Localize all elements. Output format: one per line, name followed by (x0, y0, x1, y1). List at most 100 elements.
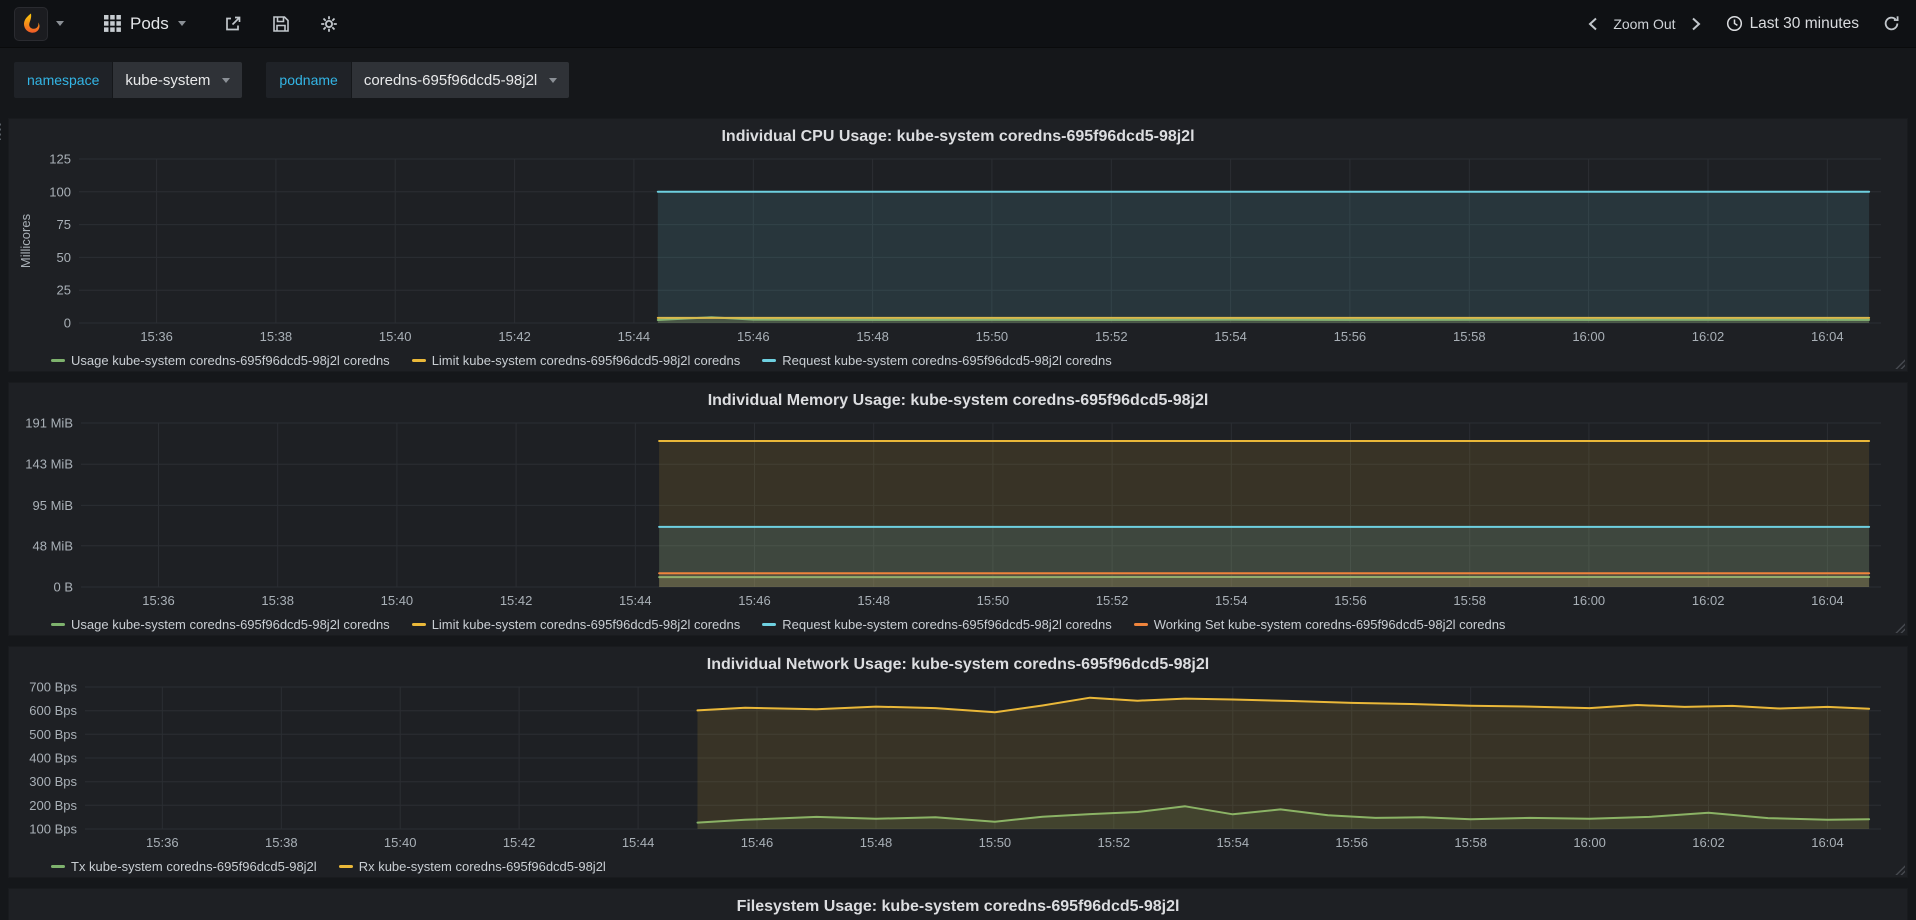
svg-text:15:54: 15:54 (1214, 329, 1247, 344)
network-usage-chart[interactable]: 100 Bps 200 Bps 300 Bps 400 Bps 500 Bps 600 B… (17, 679, 1901, 855)
variable-podname-value: coredns-695f96dcd5-98j2l (363, 71, 538, 89)
svg-text:16:02: 16:02 (1692, 835, 1725, 850)
svg-text:100 Bps: 100 Bps (29, 822, 77, 837)
svg-text:16:02: 16:02 (1692, 593, 1725, 608)
svg-text:15:48: 15:48 (860, 835, 893, 850)
svg-text:15:58: 15:58 (1453, 593, 1486, 608)
cpu-usage-chart[interactable]: 0 25 50 75 100 125 15:36 15:38 15:40 15:42 15:44 15… (17, 151, 1901, 349)
svg-text:0 B: 0 B (53, 580, 73, 595)
panel-filesystem-usage: Filesystem Usage: kube-system coredns-69… (8, 888, 1908, 920)
legend-series-swatch (338, 864, 353, 868)
refresh-icon (1884, 16, 1899, 31)
time-shift-back-button[interactable] (1585, 15, 1601, 33)
svg-text:15:56: 15:56 (1334, 329, 1367, 344)
svg-text:191 MiB: 191 MiB (25, 416, 73, 431)
svg-text:16:00: 16:00 (1573, 835, 1606, 850)
panel-title[interactable]: Individual CPU Usage: kube-system coredn… (17, 125, 1899, 151)
svg-text:16:02: 16:02 (1692, 329, 1725, 344)
gear-icon (320, 15, 337, 32)
svg-text:0: 0 (64, 316, 71, 331)
panel-cpu-usage: Individual CPU Usage: kube-system coredn… (8, 118, 1908, 372)
legend-item[interactable]: Rx kube-system coredns-695f96dcd5-98j2l (338, 858, 606, 874)
svg-text:200 Bps: 200 Bps (29, 798, 77, 813)
legend-series-swatch (51, 622, 65, 626)
chevron-down-icon (177, 21, 186, 26)
variable-podname-label: podname (266, 62, 351, 98)
legend-item[interactable]: Usage kube-system coredns-695f96dcd5-98j… (51, 353, 390, 368)
variable-podname-dropdown[interactable]: coredns-695f96dcd5-98j2l (351, 62, 570, 98)
legend-item[interactable]: Request kube-system coredns-695f96dcd5-9… (762, 617, 1112, 632)
legend-series-label: Tx kube-system coredns-695f96dcd5-98j2l (71, 858, 317, 874)
navbar: Pods Zoom Out Last 30 minutes (0, 0, 1916, 48)
legend-series-label: Request kube-system coredns-695f96dcd5-9… (782, 352, 1112, 368)
svg-text:15:54: 15:54 (1217, 835, 1250, 850)
time-shift-forward-button[interactable] (1688, 15, 1704, 33)
time-range-picker[interactable]: Last 30 minutes (1726, 15, 1859, 33)
svg-text:15:46: 15:46 (737, 329, 770, 344)
refresh-button[interactable] (1881, 13, 1902, 34)
svg-text:15:56: 15:56 (1335, 835, 1368, 850)
panel-title[interactable]: Individual Network Usage: kube-system co… (17, 653, 1899, 679)
memory-usage-chart[interactable]: 0 B 48 MiB 95 MiB 143 MiB 191 MiB 15:36 15:38 1… (17, 415, 1901, 613)
dashboard-picker[interactable]: Pods (94, 8, 196, 40)
legend-series-label: Rx kube-system coredns-695f96dcd5-98j2l (358, 858, 606, 874)
variable-namespace-dropdown[interactable]: kube-system (113, 62, 243, 98)
legend-series-swatch (411, 358, 426, 362)
svg-text:16:00: 16:00 (1572, 329, 1605, 344)
svg-text:125: 125 (49, 152, 71, 167)
legend-item[interactable]: Limit kube-system coredns-695f96dcd5-98j… (411, 353, 740, 368)
chevron-left-icon (1588, 17, 1597, 30)
svg-text:Millicores: Millicores (18, 213, 33, 268)
legend-item[interactable]: Usage kube-system coredns-695f96dcd5-98j… (51, 617, 390, 632)
grafana-logo[interactable] (14, 6, 48, 41)
svg-text:15:48: 15:48 (856, 329, 889, 344)
legend-item[interactable]: Request kube-system coredns-695f96dcd5-9… (762, 353, 1112, 368)
panel-title[interactable]: Filesystem Usage: kube-system coredns-69… (17, 895, 1899, 920)
panel-title[interactable]: Individual Memory Usage: kube-system cor… (17, 389, 1899, 415)
legend-series-label: Usage kube-system coredns-695f96dcd5-98j… (71, 352, 390, 368)
legend-series-label: Working Set kube-system coredns-695f96dc… (1153, 616, 1506, 632)
zoom-out-button[interactable]: Zoom Out (1613, 16, 1675, 32)
chevron-right-icon (1691, 17, 1701, 30)
svg-text:16:04: 16:04 (1811, 835, 1844, 850)
svg-text:15:48: 15:48 (857, 593, 890, 608)
svg-text:143 MiB: 143 MiB (25, 457, 73, 472)
legend-item[interactable]: Limit kube-system coredns-695f96dcd5-98j… (411, 617, 740, 632)
svg-text:15:50: 15:50 (979, 835, 1012, 850)
legend-series-swatch (411, 622, 426, 626)
cpu-chart-legend: Usage kube-system coredns-695f96dcd5-98j… (17, 349, 1899, 371)
legend-series-label: Usage kube-system coredns-695f96dcd5-98j… (71, 616, 390, 632)
panel-actions (222, 13, 340, 35)
svg-text:15:40: 15:40 (381, 593, 414, 608)
svg-text:15:50: 15:50 (977, 593, 1010, 608)
svg-text:15:58: 15:58 (1454, 835, 1487, 850)
legend-series-swatch (762, 622, 777, 626)
time-controls: Zoom Out Last 30 minutes (1585, 13, 1902, 34)
share-icon (225, 16, 241, 30)
legend-item[interactable]: Tx kube-system coredns-695f96dcd5-98j2l (51, 859, 317, 874)
svg-text:15:50: 15:50 (976, 329, 1009, 344)
legend-series-swatch (51, 864, 65, 868)
chevron-down-icon[interactable] (56, 21, 64, 26)
save-button[interactable] (270, 13, 292, 35)
settings-button[interactable] (318, 13, 340, 35)
svg-text:16:04: 16:04 (1811, 329, 1844, 344)
svg-text:75: 75 (57, 217, 71, 232)
svg-text:95 MiB: 95 MiB (33, 498, 73, 513)
share-button[interactable] (222, 13, 244, 35)
network-chart-legend: Tx kube-system coredns-695f96dcd5-98j2l R… (17, 855, 1899, 877)
svg-text:600 Bps: 600 Bps (29, 703, 77, 718)
panel-network-usage: Individual Network Usage: kube-system co… (8, 646, 1908, 878)
legend-item[interactable]: Working Set kube-system coredns-695f96dc… (1133, 616, 1506, 632)
svg-text:25: 25 (57, 283, 71, 298)
svg-text:15:52: 15:52 (1096, 593, 1129, 608)
svg-text:15:38: 15:38 (261, 593, 294, 608)
legend-series-swatch (1133, 622, 1148, 626)
memory-chart-legend: Usage kube-system coredns-695f96dcd5-98j… (17, 613, 1899, 635)
svg-text:15:42: 15:42 (503, 835, 536, 850)
svg-text:15:56: 15:56 (1334, 593, 1367, 608)
panel-drag-handle[interactable] (0, 122, 1, 140)
legend-series-swatch (51, 358, 65, 362)
panel-memory-usage: Individual Memory Usage: kube-system cor… (8, 382, 1908, 636)
dashboard-panels: Individual CPU Usage: kube-system coredn… (0, 112, 1916, 920)
